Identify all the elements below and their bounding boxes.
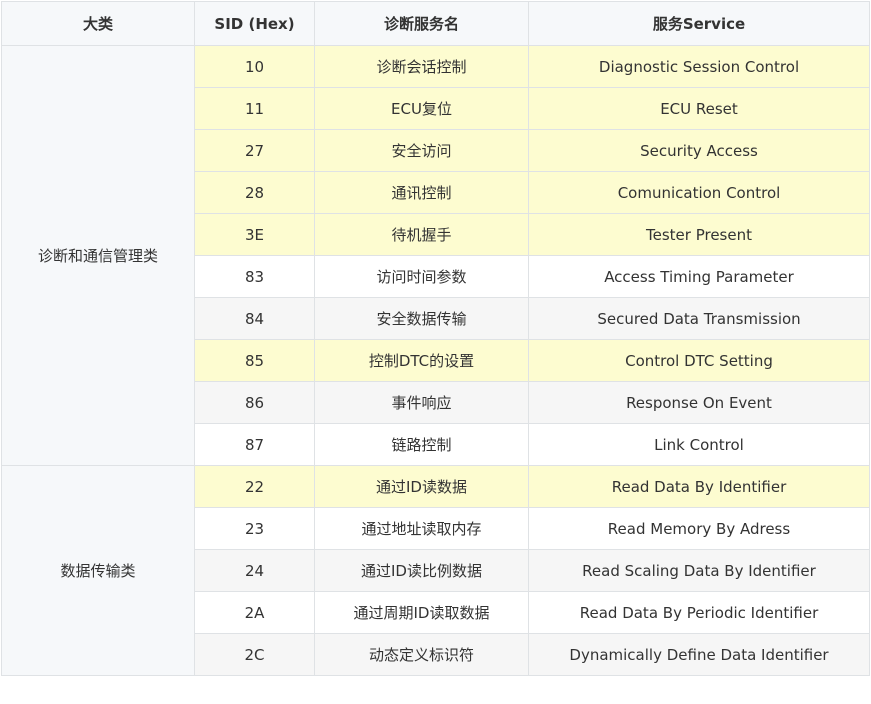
sid-cell: 24: [194, 549, 315, 592]
service-en-cell: Read Memory By Adress: [528, 507, 870, 550]
sid-cell: 23: [194, 507, 315, 550]
sid-cell: 2A: [194, 591, 315, 634]
service-name-cn-cell: 通过地址读取内存: [314, 507, 529, 550]
service-en-cell: Read Data By Periodic Identifier: [528, 591, 870, 634]
category-cell: 数据传输类: [1, 465, 195, 676]
service-name-cn-cell: 通过ID读比例数据: [314, 549, 529, 592]
category-cell: 诊断和通信管理类: [1, 45, 195, 466]
table-row: 数据传输类 22 通过ID读数据 Read Data By Identifier: [1, 465, 870, 676]
header-row: 大类 SID (Hex) 诊断服务名 服务Service: [1, 1, 870, 46]
table-header: 大类 SID (Hex) 诊断服务名 服务Service: [1, 1, 870, 46]
sid-cell: 27: [194, 129, 315, 172]
service-en-cell: Tester Present: [528, 213, 870, 256]
sid-cell: 86: [194, 381, 315, 424]
service-en-cell: ECU Reset: [528, 87, 870, 130]
sid-cell: 10: [194, 45, 315, 88]
service-en-cell: Read Data By Identifier: [528, 465, 870, 508]
service-name-cn-cell: 安全访问: [314, 129, 529, 172]
service-en-cell: Security Access: [528, 129, 870, 172]
sid-cell: 84: [194, 297, 315, 340]
table-body: 诊断和通信管理类 10 诊断会话控制 Diagnostic Session Contr…: [1, 45, 870, 676]
service-en-cell: Dynamically Define Data Identifier: [528, 633, 870, 676]
header-service-en: 服务Service: [528, 1, 870, 46]
service-en-cell: Control DTC Setting: [528, 339, 870, 382]
sid-cell: 2C: [194, 633, 315, 676]
header-sid: SID (Hex): [194, 1, 315, 46]
sid-cell: 28: [194, 171, 315, 214]
sid-cell: 3E: [194, 213, 315, 256]
service-en-cell: Secured Data Transmission: [528, 297, 870, 340]
service-name-cn-cell: 通过周期ID读取数据: [314, 591, 529, 634]
header-service-name-cn: 诊断服务名: [314, 1, 529, 46]
sid-cell: 22: [194, 465, 315, 508]
table-row: 诊断和通信管理类 10 诊断会话控制 Diagnostic Session Contr…: [1, 45, 870, 466]
service-name-cn-cell: 控制DTC的设置: [314, 339, 529, 382]
service-name-cn-cell: 待机握手: [314, 213, 529, 256]
service-name-cn-cell: 事件响应: [314, 381, 529, 424]
service-name-cn-cell: 安全数据传输: [314, 297, 529, 340]
sid-cell: 11: [194, 87, 315, 130]
service-en-cell: Comunication Control: [528, 171, 870, 214]
sid-cell: 83: [194, 255, 315, 298]
service-en-cell: Link Control: [528, 423, 870, 466]
sid-cell: 87: [194, 423, 315, 466]
service-name-cn-cell: 诊断会话控制: [314, 45, 529, 88]
sid-cell: 85: [194, 339, 315, 382]
service-name-cn-cell: 通过ID读数据: [314, 465, 529, 508]
uds-service-table: 大类 SID (Hex) 诊断服务名 服务Service 诊断和通信管理类 10 诊…: [1, 1, 870, 676]
header-category: 大类: [1, 1, 195, 46]
service-en-cell: Response On Event: [528, 381, 870, 424]
service-name-cn-cell: 链路控制: [314, 423, 529, 466]
service-name-cn-cell: 通讯控制: [314, 171, 529, 214]
service-en-cell: Diagnostic Session Control: [528, 45, 870, 88]
service-name-cn-cell: 动态定义标识符: [314, 633, 529, 676]
service-name-cn-cell: ECU复位: [314, 87, 529, 130]
service-en-cell: Read Scaling Data By Identifier: [528, 549, 870, 592]
service-name-cn-cell: 访问时间参数: [314, 255, 529, 298]
service-en-cell: Access Timing Parameter: [528, 255, 870, 298]
